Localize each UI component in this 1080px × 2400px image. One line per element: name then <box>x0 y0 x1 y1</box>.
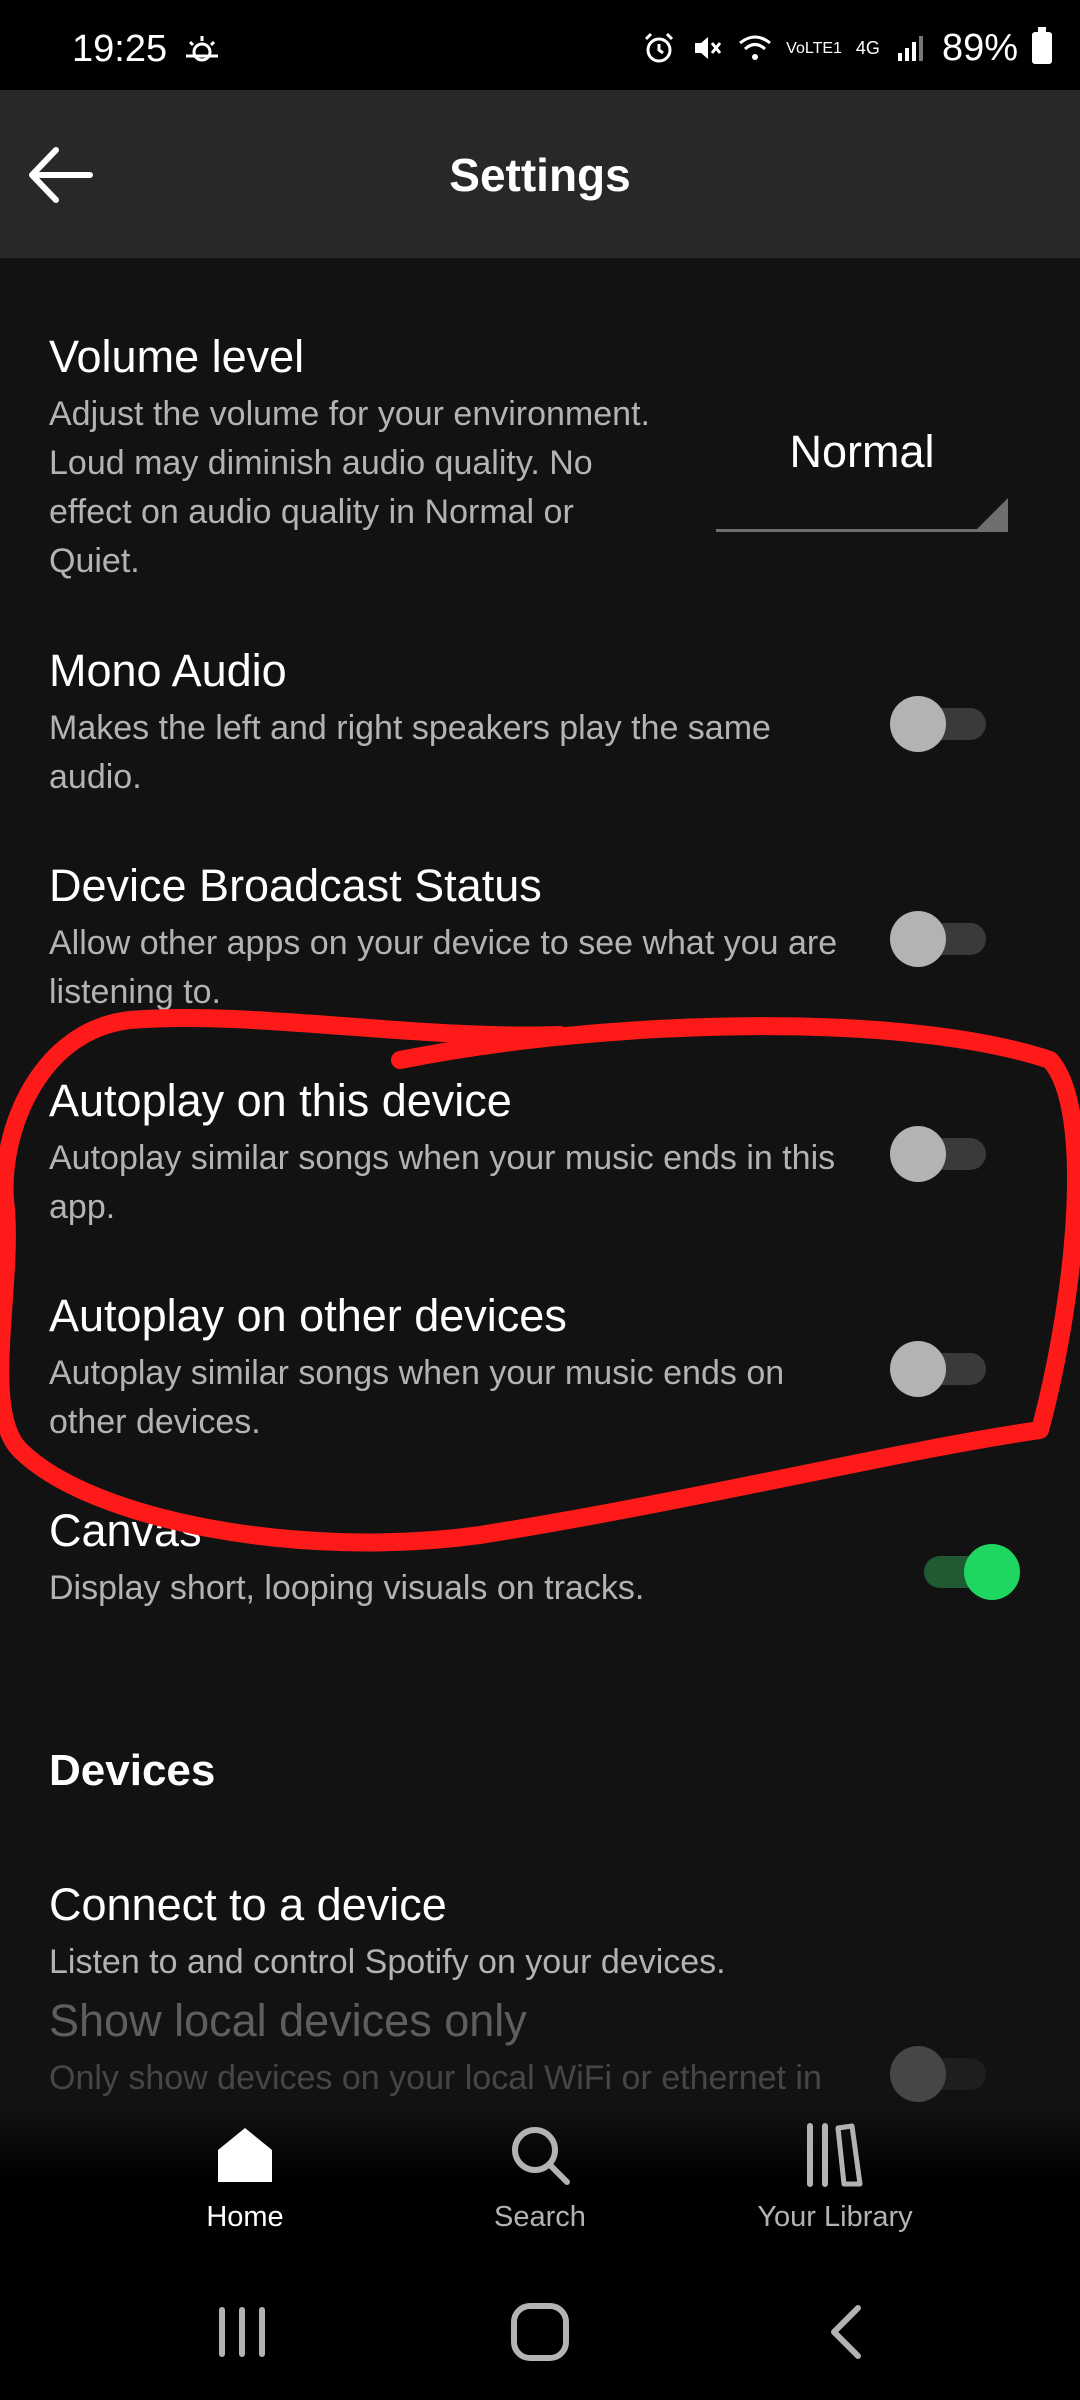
setting-title: Canvas <box>49 1505 202 1556</box>
setting-description: Allow other apps on your device to see w… <box>49 924 838 1011</box>
local-devices-only-toggle[interactable] <box>890 2046 986 2102</box>
setting-title: Autoplay on other devices <box>49 1290 567 1341</box>
setting-title: Show local devices only <box>49 1995 527 2046</box>
autoplay-this-device-toggle[interactable] <box>890 1126 986 1182</box>
volte-label: VoLTE1 <box>786 39 842 57</box>
canvas-toggle[interactable] <box>912 1544 1020 1600</box>
battery-percent: 89% <box>941 26 1018 69</box>
nav-library-label: Your Library <box>757 2201 913 2233</box>
setting-description: Adjust the volume for your environment. … <box>49 395 650 580</box>
status-icons: VoLTE1 4G 89% <box>642 26 1052 70</box>
setting-title: Mono Audio <box>49 645 287 696</box>
nav-home-label: Home <box>206 2201 284 2233</box>
weather-sun-cloud-icon <box>186 36 218 62</box>
setting-description: Autoplay similar songs when your music e… <box>49 1354 785 1441</box>
recents-icon[interactable] <box>202 2300 282 2364</box>
status-bar: 19:25 VoLTE1 4G 89% <box>0 0 1080 90</box>
wifi-icon <box>739 35 772 60</box>
setting-title: Device Broadcast Status <box>49 860 542 911</box>
mono-audio-toggle[interactable] <box>890 696 986 752</box>
status-time: 19:25 <box>72 28 168 70</box>
nav-home[interactable]: Home <box>145 2120 345 2234</box>
system-navigation-bar <box>0 2260 1080 2400</box>
battery-icon <box>1032 27 1052 64</box>
autoplay-other-devices-toggle[interactable] <box>890 1341 986 1397</box>
mute-icon <box>695 37 722 59</box>
setting-title: Autoplay on this device <box>49 1075 512 1126</box>
setting-description: Display short, looping visuals on tracks… <box>49 1569 645 1607</box>
dropdown-triangle-icon <box>974 498 1008 532</box>
setting-connect-device[interactable]: Connect to a device Listen to and contro… <box>49 1878 1049 1987</box>
settings-list[interactable]: Volume level Adjust the volume for your … <box>0 258 1080 2110</box>
setting-description: Listen to and control Spotify on your de… <box>49 1943 726 1981</box>
search-icon <box>512 2127 570 2185</box>
setting-canvas[interactable]: Canvas Display short, looping visuals on… <box>49 1504 1049 1613</box>
home-circle-icon[interactable] <box>500 2300 580 2364</box>
setting-description: Autoplay similar songs when your music e… <box>49 1139 836 1226</box>
section-devices-header: Devices <box>49 1746 216 1795</box>
library-icon <box>807 2123 863 2187</box>
nav-library[interactable]: Your Library <box>735 2120 935 2234</box>
back-chevron-icon[interactable] <box>806 2300 886 2364</box>
nav-search-label: Search <box>494 2201 586 2233</box>
alarm-icon <box>645 32 674 63</box>
setting-title: Connect to a device <box>49 1879 447 1930</box>
network-type-label: 4G <box>855 37 880 58</box>
bottom-navigation: Home Search Your Library <box>0 2110 1080 2260</box>
volume-level-value: Normal <box>789 426 935 477</box>
select-underline <box>716 529 1008 532</box>
setting-title: Volume level <box>49 331 305 382</box>
device-broadcast-toggle[interactable] <box>890 911 986 967</box>
signal-icon <box>897 36 923 61</box>
setting-description: Only show devices on your local WiFi or … <box>49 2059 822 2110</box>
nav-search[interactable]: Search <box>440 2120 640 2234</box>
app-bar: Settings <box>0 90 1080 258</box>
volume-level-select[interactable]: Normal <box>716 406 1008 532</box>
setting-description: Makes the left and right speakers play t… <box>49 709 771 796</box>
home-icon <box>218 2128 272 2182</box>
page-title: Settings <box>449 149 631 201</box>
